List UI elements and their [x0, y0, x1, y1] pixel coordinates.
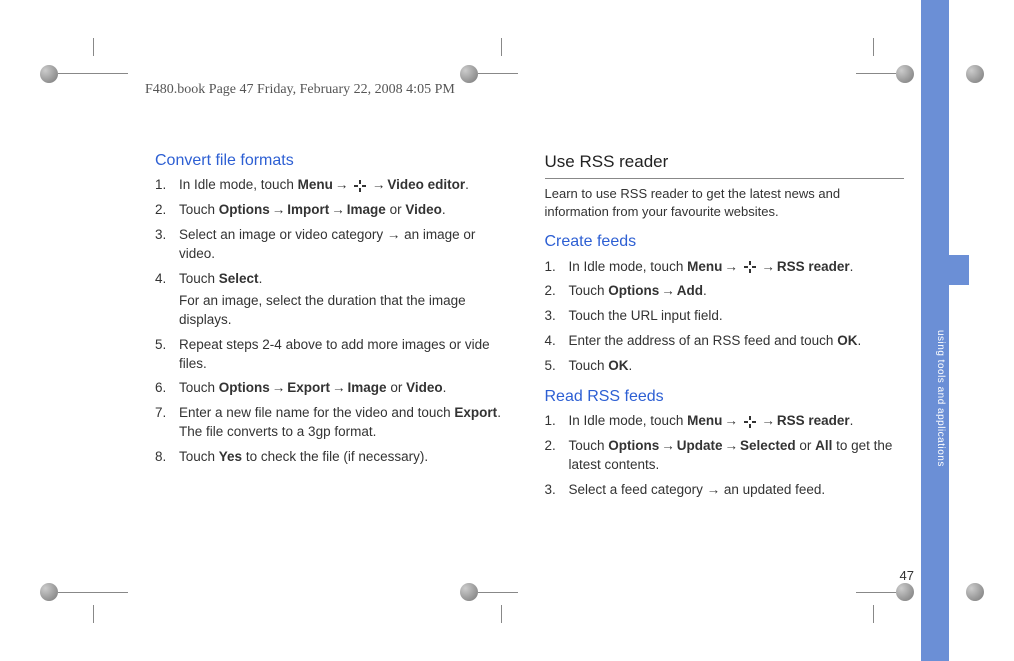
step: Touch the URL input field. [545, 307, 905, 326]
crop-line [58, 592, 128, 593]
step: Touch Options→Import→Image or Video. [155, 201, 515, 220]
page-number: 47 [900, 568, 914, 583]
side-tab-label: using tools and applications [935, 330, 946, 467]
crop-dot [40, 65, 58, 83]
step: In Idle mode, touch Menu→ →Video editor. [155, 176, 515, 195]
apps-icon [744, 261, 756, 273]
step: Enter a new file name for the video and … [155, 404, 515, 442]
step: Touch Options→Update→Selected or All to … [545, 437, 905, 475]
heading-use-rss-reader: Use RSS reader [545, 150, 905, 179]
heading-read-rss-feeds: Read RSS feeds [545, 386, 905, 408]
crop-line [873, 605, 874, 623]
apps-icon [354, 180, 366, 192]
crop-line [856, 73, 896, 74]
step: Touch Options→Export→Image or Video. [155, 379, 515, 398]
step: In Idle mode, touch Menu→ →RSS reader. [545, 412, 905, 431]
intro-text: Learn to use RSS reader to get the lates… [545, 185, 905, 221]
crop-line [873, 38, 874, 56]
steps-convert: In Idle mode, touch Menu→ →Video editor.… [155, 176, 515, 467]
step: Select a feed category → an updated feed… [545, 481, 905, 500]
crop-dot [966, 583, 984, 601]
step: Touch Select. For an image, select the d… [155, 270, 515, 330]
crop-dot [460, 65, 478, 83]
step: Touch Yes to check the file (if necessar… [155, 448, 515, 467]
apps-icon [744, 416, 756, 428]
crop-dot [896, 583, 914, 601]
crop-line [478, 73, 518, 74]
step: Select an image or video category → an i… [155, 226, 515, 264]
side-tab-marker [949, 255, 969, 285]
steps-create-feeds: In Idle mode, touch Menu→ →RSS reader. T… [545, 258, 905, 376]
left-column: Convert file formats In Idle mode, touch… [155, 150, 515, 561]
step: In Idle mode, touch Menu→ →RSS reader. [545, 258, 905, 277]
crop-line [501, 605, 502, 623]
page-header: F480.book Page 47 Friday, February 22, 2… [145, 82, 455, 98]
crop-dot [896, 65, 914, 83]
crop-line [478, 592, 518, 593]
step: Enter the address of an RSS feed and tou… [545, 332, 905, 351]
step: Repeat steps 2-4 above to add more image… [155, 336, 515, 374]
crop-dot [460, 583, 478, 601]
heading-convert-file-formats: Convert file formats [155, 150, 515, 172]
crop-line [93, 38, 94, 56]
heading-create-feeds: Create feeds [545, 231, 905, 253]
right-column: Use RSS reader Learn to use RSS reader t… [545, 150, 905, 561]
crop-dot [40, 583, 58, 601]
crop-line [501, 38, 502, 56]
crop-line [58, 73, 128, 74]
steps-read-feeds: In Idle mode, touch Menu→ →RSS reader. T… [545, 412, 905, 500]
page-content: Convert file formats In Idle mode, touch… [155, 150, 904, 561]
step: Touch Options→Add. [545, 282, 905, 301]
step: Touch OK. [545, 357, 905, 376]
crop-dot [966, 65, 984, 83]
crop-line [856, 592, 896, 593]
crop-line [93, 605, 94, 623]
